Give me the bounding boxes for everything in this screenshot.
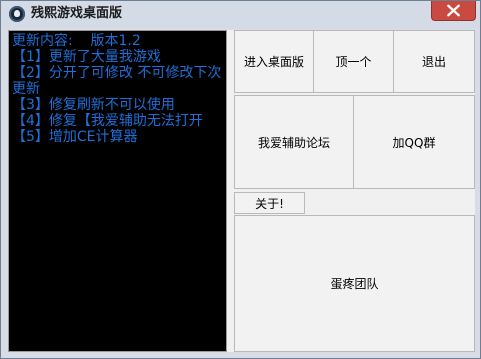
- app-logo-icon: [9, 6, 25, 22]
- update-log-panel[interactable]: 更新内容: 版本1.2 【1】更新了大量我游戏 【2】分开了可修改 不可修改下次…: [8, 30, 227, 352]
- top-one-button[interactable]: 顶一个: [313, 30, 394, 93]
- title-bar[interactable]: 残熙游戏桌面版: [1, 1, 480, 28]
- client-area: 更新内容: 版本1.2 【1】更新了大量我游戏 【2】分开了可修改 不可修改下次…: [8, 30, 475, 352]
- exit-button[interactable]: 退出: [393, 30, 475, 93]
- window-title: 残熙游戏桌面版: [31, 6, 123, 21]
- close-icon: [447, 4, 460, 17]
- join-qq-group-button[interactable]: 加QQ群: [353, 95, 475, 189]
- enter-desktop-button[interactable]: 进入桌面版: [234, 30, 314, 93]
- update-log-text: 更新内容: 版本1.2 【1】更新了大量我游戏 【2】分开了可修改 不可修改下次…: [12, 33, 222, 145]
- forum-button[interactable]: 我爱辅助论坛: [234, 95, 354, 189]
- about-button[interactable]: 关于!: [234, 192, 305, 214]
- team-button[interactable]: 蛋疼团队: [234, 215, 475, 352]
- close-button[interactable]: [431, 1, 476, 21]
- app-window: 残熙游戏桌面版 更新内容: 版本1.2 【1】更新了大量我游戏 【2】分开了可修…: [0, 0, 481, 359]
